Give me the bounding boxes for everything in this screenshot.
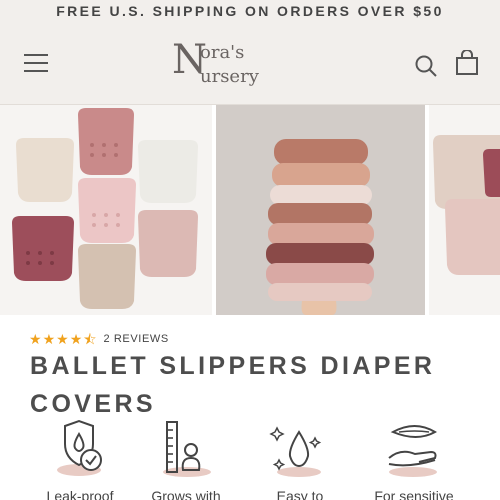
feature-label: Easy to [276,488,324,500]
star-full-icon: ★ [56,331,69,347]
announcement-bar: FREE U.S. SHIPPING ON ORDERS OVER $50 [0,0,500,22]
hand-leaf-icon [388,425,438,477]
gallery-image-1[interactable] [0,105,212,315]
logo-line1: ora's [200,42,245,63]
star-half-icon: ⯪ [83,331,97,347]
feature-label: For sensitive [374,488,454,500]
feature-item: For sensitive [358,418,470,500]
product-title: BALLET SLIPPERS DIAPER COVERS [30,352,436,418]
shield-drop-check-icon [57,419,102,476]
sparkle-drop-icon [269,426,322,477]
feature-item: Leak-proof [24,418,136,500]
feature-item: Grows with [130,418,242,500]
store-logo[interactable]: N ora's ursery [172,37,282,93]
logo-line2: ursery [200,66,259,87]
feature-list: Leak-proof Grows with Easy to For sensit… [0,418,500,500]
star-full-icon: ★ [29,331,42,347]
gallery-image-3[interactable] [429,105,500,315]
feature-item: Easy to [244,418,356,500]
star-rating: ★ ★ ★ ★ ⯪ [29,331,98,347]
baby-height-chart-icon [163,421,211,477]
gallery-image-2[interactable] [216,105,425,315]
feature-label: Grows with [151,488,221,500]
rating-summary: ★ ★ ★ ★ ⯪ 2 REVIEWS [29,331,169,347]
announcement-text: FREE U.S. SHIPPING ON ORDERS OVER $50 [56,3,444,19]
product-gallery[interactable] [0,105,500,315]
star-full-icon: ★ [42,331,56,347]
feature-label: Leak-proof [46,488,114,500]
search-icon[interactable] [414,54,438,78]
site-header: N ora's ursery [0,22,500,105]
shopping-bag-icon[interactable] [455,49,479,76]
menu-icon[interactable] [24,54,48,72]
star-full-icon: ★ [69,331,83,347]
reviews-link[interactable]: 2 REVIEWS [104,333,169,345]
